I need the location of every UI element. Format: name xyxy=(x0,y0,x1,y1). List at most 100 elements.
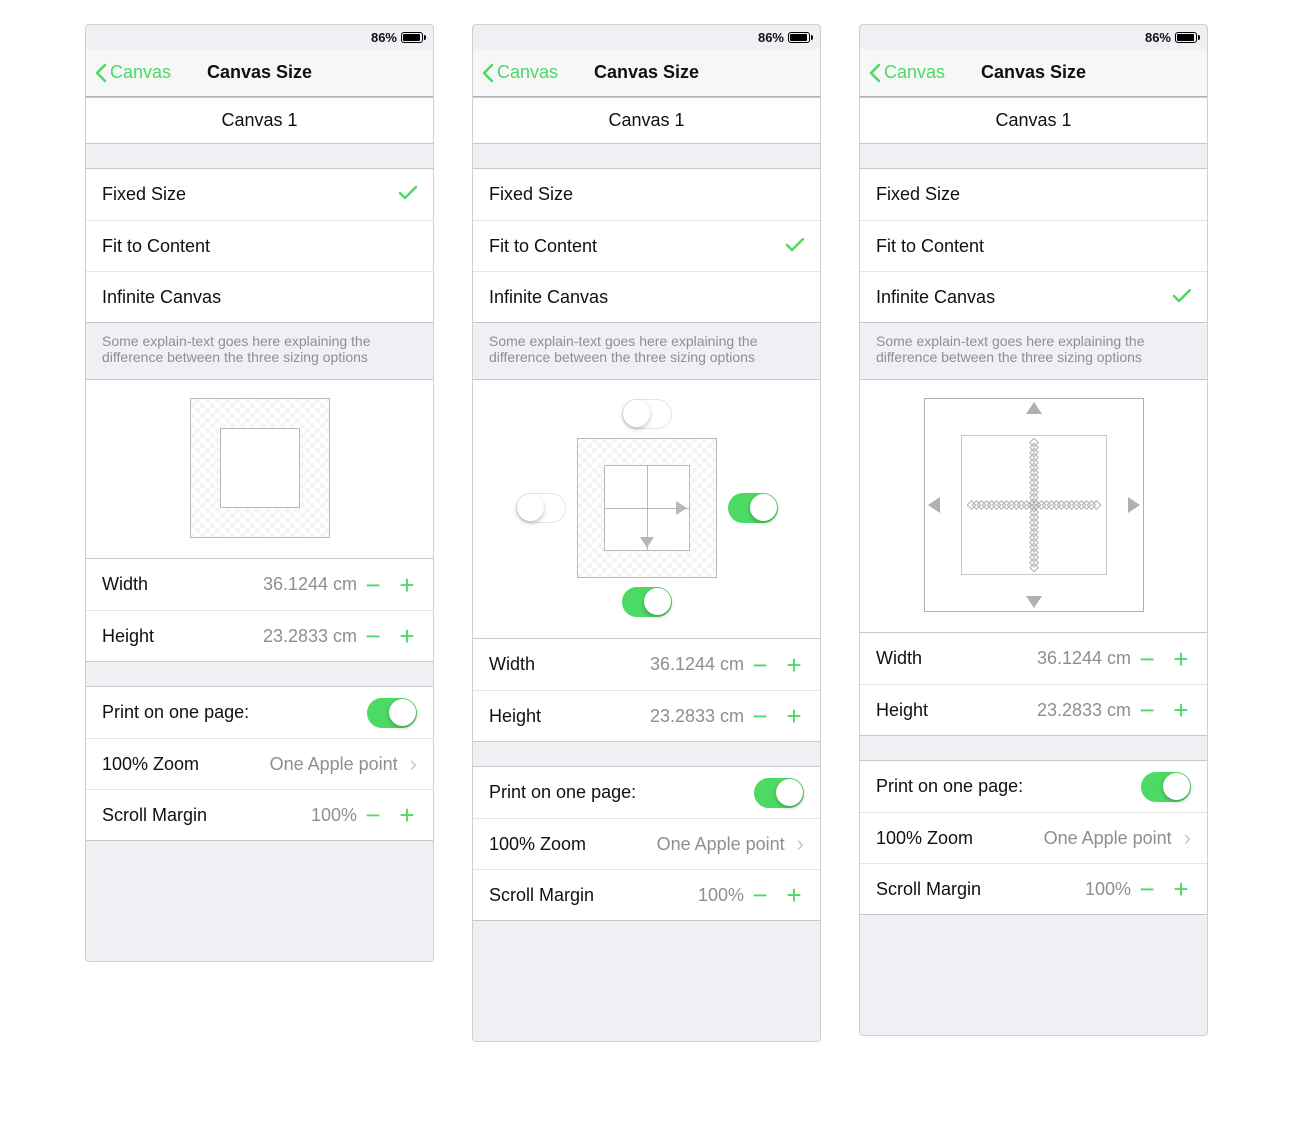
chevron-right-icon: › xyxy=(410,751,417,777)
size-mode-infinite-label: Infinite Canvas xyxy=(102,287,399,308)
size-mode-fit-row[interactable]: Fit to Content xyxy=(860,220,1207,271)
status-bar: 86% xyxy=(86,25,433,49)
fixed-size-preview xyxy=(190,398,330,538)
scroll-margin-value: 100% xyxy=(311,805,357,826)
height-decrement-button[interactable]: − xyxy=(363,623,383,649)
chevron-left-icon xyxy=(481,63,495,83)
nav-bar: Canvas Canvas Size xyxy=(473,49,820,97)
back-button[interactable]: Canvas xyxy=(94,62,171,83)
width-decrement-button[interactable]: − xyxy=(750,652,770,678)
back-button-label: Canvas xyxy=(497,62,558,83)
width-value: 36.1244 cm xyxy=(1037,648,1131,669)
scroll-margin-increment-button[interactable]: + xyxy=(1171,876,1191,902)
fit-expand-bottom-toggle[interactable] xyxy=(622,587,672,617)
width-increment-button[interactable]: + xyxy=(397,572,417,598)
status-bar: 86% xyxy=(860,25,1207,49)
back-button-label: Canvas xyxy=(884,62,945,83)
height-label: Height xyxy=(102,626,263,647)
zoom-row[interactable]: 100% Zoom One Apple point › xyxy=(860,812,1207,863)
battery-text: 86% xyxy=(371,30,397,45)
scroll-margin-row: Scroll Margin 100% − + xyxy=(86,789,433,840)
height-label: Height xyxy=(489,706,650,727)
canvas-name-header: Canvas 1 xyxy=(473,97,820,144)
size-mode-infinite-row[interactable]: Infinite Canvas xyxy=(860,271,1207,322)
size-mode-fixed-row[interactable]: Fixed Size xyxy=(860,169,1207,220)
print-one-page-label: Print on one page: xyxy=(876,776,1141,797)
size-mode-infinite-row[interactable]: Infinite Canvas xyxy=(86,271,433,322)
fit-expand-right-toggle[interactable] xyxy=(728,493,778,523)
scroll-margin-decrement-button[interactable]: − xyxy=(363,802,383,828)
width-label: Width xyxy=(876,648,1037,669)
size-mode-fit-row[interactable]: Fit to Content xyxy=(473,220,820,271)
height-increment-button[interactable]: + xyxy=(1171,697,1191,723)
scroll-margin-label: Scroll Margin xyxy=(489,885,698,906)
checkmark-icon xyxy=(399,184,417,205)
height-row: Height 23.2833 cm − + xyxy=(473,690,820,741)
chevron-left-icon xyxy=(868,63,882,83)
size-mode-fixed-label: Fixed Size xyxy=(102,184,399,205)
size-mode-fit-label: Fit to Content xyxy=(876,236,1173,257)
height-row: Height 23.2833 cm − + xyxy=(86,610,433,661)
scroll-margin-label: Scroll Margin xyxy=(102,805,311,826)
zoom-row[interactable]: 100% Zoom One Apple point › xyxy=(86,738,433,789)
battery-text: 86% xyxy=(1145,30,1171,45)
nav-bar: Canvas Canvas Size xyxy=(860,49,1207,97)
height-increment-button[interactable]: + xyxy=(784,703,804,729)
height-label: Height xyxy=(876,700,1037,721)
chevron-right-icon: › xyxy=(1184,825,1191,851)
scroll-margin-label: Scroll Margin xyxy=(876,879,1085,900)
panel-fixed: 86% Canvas Canvas Size Canvas 1 Fixed Si… xyxy=(85,24,434,962)
zoom-value: One Apple point xyxy=(270,754,398,775)
scroll-margin-row: Scroll Margin 100% − + xyxy=(860,863,1207,914)
width-increment-button[interactable]: + xyxy=(1171,646,1191,672)
canvas-name-header: Canvas 1 xyxy=(86,97,433,144)
size-mode-fixed-label: Fixed Size xyxy=(489,184,786,205)
width-value: 36.1244 cm xyxy=(650,654,744,675)
print-one-page-row: Print on one page: xyxy=(86,687,433,738)
scroll-margin-increment-button[interactable]: + xyxy=(397,802,417,828)
size-mode-fit-row[interactable]: Fit to Content xyxy=(86,220,433,271)
width-label: Width xyxy=(489,654,650,675)
fit-expand-top-toggle[interactable] xyxy=(622,399,672,429)
scroll-margin-row: Scroll Margin 100% − + xyxy=(473,869,820,920)
height-increment-button[interactable]: + xyxy=(397,623,417,649)
scroll-margin-decrement-button[interactable]: − xyxy=(750,882,770,908)
back-button-label: Canvas xyxy=(110,62,171,83)
size-mode-explain-text: Some explain-text goes here explaining t… xyxy=(86,323,433,380)
print-one-page-toggle[interactable] xyxy=(367,698,417,728)
zoom-label: 100% Zoom xyxy=(876,828,1044,849)
infinite-canvas-preview xyxy=(924,398,1144,612)
size-mode-fixed-row[interactable]: Fixed Size xyxy=(86,169,433,220)
size-mode-fixed-row[interactable]: Fixed Size xyxy=(473,169,820,220)
height-decrement-button[interactable]: − xyxy=(1137,697,1157,723)
zoom-label: 100% Zoom xyxy=(489,834,657,855)
width-decrement-button[interactable]: − xyxy=(363,572,383,598)
nav-bar: Canvas Canvas Size xyxy=(86,49,433,97)
zoom-row[interactable]: 100% Zoom One Apple point › xyxy=(473,818,820,869)
width-increment-button[interactable]: + xyxy=(784,652,804,678)
size-mode-infinite-row[interactable]: Infinite Canvas xyxy=(473,271,820,322)
print-one-page-row: Print on one page: xyxy=(473,767,820,818)
zoom-value: One Apple point xyxy=(1044,828,1172,849)
print-one-page-label: Print on one page: xyxy=(102,702,367,723)
scroll-margin-increment-button[interactable]: + xyxy=(784,882,804,908)
width-row: Width 36.1244 cm − + xyxy=(860,633,1207,684)
height-value: 23.2833 cm xyxy=(263,626,357,647)
print-one-page-toggle[interactable] xyxy=(754,778,804,808)
back-button[interactable]: Canvas xyxy=(481,62,558,83)
height-value: 23.2833 cm xyxy=(1037,700,1131,721)
fit-expand-left-toggle[interactable] xyxy=(516,493,566,523)
chevron-right-icon: › xyxy=(797,831,804,857)
battery-text: 86% xyxy=(758,30,784,45)
width-decrement-button[interactable]: − xyxy=(1137,646,1157,672)
size-mode-fit-label: Fit to Content xyxy=(489,236,786,257)
print-one-page-toggle[interactable] xyxy=(1141,772,1191,802)
height-decrement-button[interactable]: − xyxy=(750,703,770,729)
checkmark-icon xyxy=(786,236,804,257)
size-mode-infinite-label: Infinite Canvas xyxy=(489,287,786,308)
print-one-page-label: Print on one page: xyxy=(489,782,754,803)
back-button[interactable]: Canvas xyxy=(868,62,945,83)
fit-to-content-preview xyxy=(577,438,717,578)
scroll-margin-decrement-button[interactable]: − xyxy=(1137,876,1157,902)
scroll-margin-value: 100% xyxy=(1085,879,1131,900)
